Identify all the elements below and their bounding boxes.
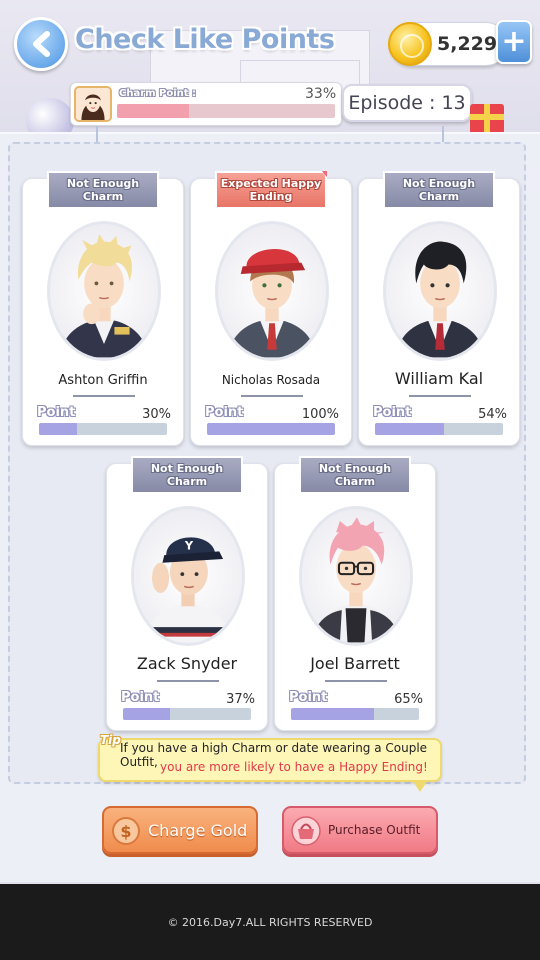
like-point-bar (207, 423, 335, 435)
name-divider (241, 395, 303, 397)
basket-icon (291, 816, 321, 846)
svg-text:Y: Y (184, 538, 194, 552)
status-label: Not Enough Charm (150, 462, 224, 488)
character-portrait: Y (131, 506, 245, 646)
point-label: Point (37, 405, 76, 420)
chevron-left-icon (33, 31, 50, 57)
like-point-fill (123, 708, 171, 720)
dollar-icon: $ (112, 817, 140, 845)
point-value: 37% (226, 692, 255, 707)
character-name: William Kal (394, 369, 484, 388)
point-value: 30% (142, 407, 171, 422)
tip-highlight-text: you are more likely to have a Happy Endi… (160, 760, 428, 774)
status-label: Not Enough Charm (66, 177, 140, 203)
character-portrait (215, 221, 329, 361)
like-point-bar (39, 423, 167, 435)
character-card-zack-snyder[interactable]: Not Enough Charm Y Zack Snyder Point 37% (106, 456, 268, 731)
charge-gold-button[interactable]: $ Charge Gold (102, 806, 258, 854)
charm-point-label: Charm Point : (119, 88, 197, 99)
character-card-william-kal[interactable]: Not Enough Charm William Kal Point 54% (358, 171, 520, 446)
name-divider (73, 395, 135, 397)
app-screen: Check Like Points 5,229 + Charm Point : … (0, 0, 540, 884)
status-ribbon: Not Enough Charm (47, 171, 159, 209)
like-point-fill (207, 423, 335, 435)
character-name: Zack Snyder (136, 654, 238, 673)
charm-progress-fill (117, 104, 189, 118)
tip-tag: Tip (100, 733, 121, 747)
name-divider (409, 395, 471, 397)
point-value: 100% (301, 407, 339, 422)
purchase-outfit-button[interactable]: Purchase Outfit (282, 806, 438, 854)
character-name: Nicholas Rosada (221, 373, 321, 387)
like-point-bar (375, 423, 503, 435)
character-portrait (383, 221, 497, 361)
like-point-bar (123, 708, 251, 720)
page-title: Check Like Points (75, 24, 335, 55)
status-label: Not Enough Charm (402, 177, 476, 203)
status-ribbon: Not Enough Charm (299, 456, 411, 494)
player-avatar (74, 86, 112, 122)
character-portrait (299, 506, 413, 646)
point-value: 65% (394, 692, 423, 707)
gift-icon (470, 104, 504, 134)
charm-point-percent: 33% (305, 86, 337, 102)
purchase-outfit-label: Purchase Outfit (328, 823, 421, 837)
charge-gold-label: Charge Gold (148, 820, 248, 840)
point-label: Point (373, 405, 412, 420)
character-card-nicholas-rosada[interactable]: Expected Happy Ending ♥ Nicholas Rosada … (190, 171, 352, 446)
copyright-text: © 2016.Day7.ALL RIGHTS RESERVED (167, 916, 373, 929)
like-point-fill (375, 423, 445, 435)
point-label: Point (205, 405, 244, 420)
like-point-bar (291, 708, 419, 720)
like-point-fill (39, 423, 78, 435)
point-value: 54% (478, 407, 507, 422)
character-card-ashton-griffin[interactable]: Not Enough Charm Ashton Griffin Point 30… (22, 171, 184, 446)
character-name: Joel Barrett (310, 654, 400, 673)
character-portrait (47, 221, 161, 361)
name-divider (157, 680, 219, 682)
point-label: Point (121, 690, 160, 705)
episode-badge: Episode : 13 (342, 84, 472, 122)
charm-progress-bar (117, 104, 335, 118)
point-label: Point (289, 690, 328, 705)
character-card-joel-barrett[interactable]: Not Enough Charm Joel Barrett Point 65% (274, 456, 436, 731)
gold-coin-icon (388, 22, 432, 66)
like-point-fill (291, 708, 375, 720)
back-button[interactable] (14, 17, 68, 71)
status-ribbon: Not Enough Charm (131, 456, 243, 494)
status-label: Not Enough Charm (318, 462, 392, 488)
status-ribbon: Expected Happy Ending ♥ (215, 171, 327, 209)
character-name: Ashton Griffin (58, 373, 148, 388)
status-ribbon: Not Enough Charm (383, 171, 495, 209)
add-gold-button[interactable]: + (496, 20, 532, 64)
name-divider (325, 680, 387, 682)
gold-value: 5,229 (437, 33, 498, 55)
status-label: Expected Happy Ending (220, 177, 322, 203)
